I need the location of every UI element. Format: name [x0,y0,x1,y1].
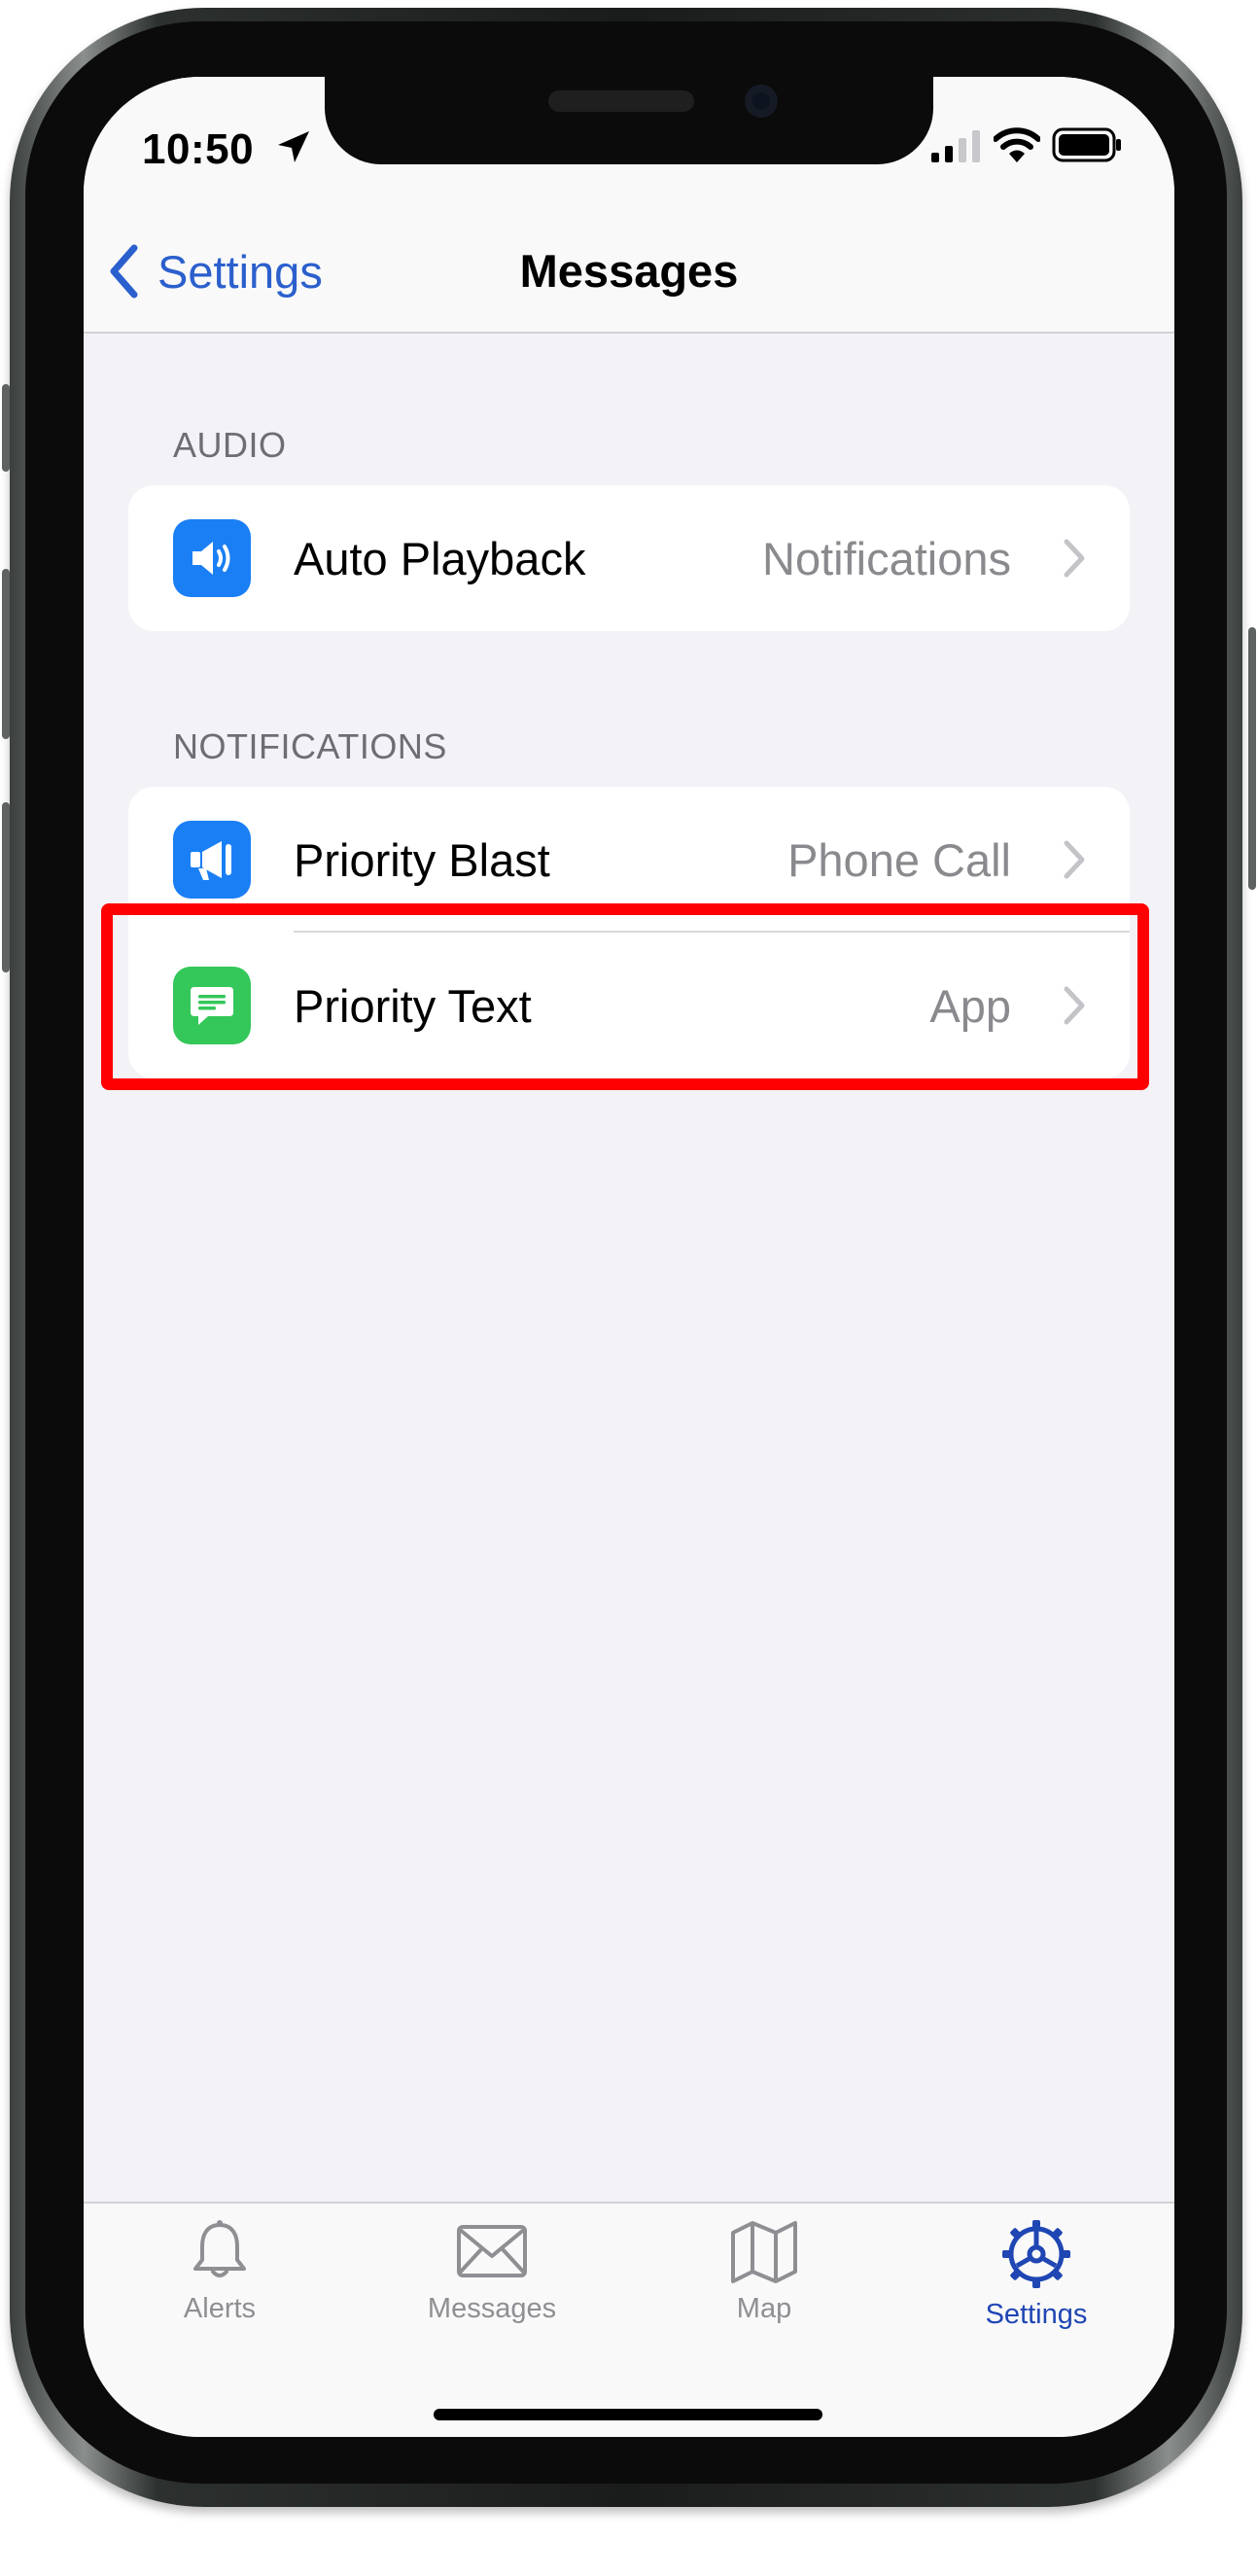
tab-map[interactable]: Map [667,2217,861,2325]
earpiece-speaker [548,90,694,112]
audio-settings-group: Auto Playback Notifications [128,485,1130,631]
tab-bar: Alerts Messages Map Settings [84,2202,1174,2437]
auto-playback-value: Notifications [762,533,1011,584]
tab-messages-label: Messages [427,2293,557,2324]
page-title: Messages [519,245,739,297]
priority-text-highlight-box [101,903,1149,1090]
map-icon [731,2221,797,2283]
chevron-right-icon [1064,539,1085,578]
tab-settings-label: Settings [985,2299,1088,2330]
section-header-audio: AUDIO [173,425,287,465]
auto-playback-label: Auto Playback [294,533,586,584]
priority-blast-label: Priority Blast [294,834,550,886]
home-indicator[interactable] [434,2409,822,2420]
location-arrow-icon [278,131,309,162]
power-button [1248,627,1256,890]
tab-alerts-label: Alerts [183,2293,257,2324]
section-header-notifications: NOTIFICATIONS [173,726,447,766]
tab-alerts[interactable]: Alerts [122,2217,317,2325]
volume-down-button [2,802,10,972]
battery-icon [1052,127,1121,162]
auto-playback-row[interactable]: Auto Playback Notifications [128,485,1130,631]
bell-icon [193,2220,246,2277]
megaphone-icon [173,821,251,899]
phone-screen: 10:50 Settings Messages AUDIO Auto Playb… [84,77,1174,2437]
cellular-signal-icon [931,130,980,162]
tab-messages[interactable]: Messages [395,2217,589,2325]
status-time: 10:50 [142,125,255,173]
tab-map-label: Map [736,2293,792,2324]
speaker-icon [173,519,251,597]
mute-switch [2,384,10,472]
notch [325,77,933,164]
volume-up-button [2,569,10,739]
front-camera [745,85,778,118]
envelope-icon [457,2225,527,2277]
tab-settings[interactable]: Settings [939,2217,1134,2331]
wifi-icon [994,127,1040,162]
priority-blast-value: Phone Call [787,834,1011,886]
gear-icon [1002,2220,1070,2288]
chevron-right-icon [1064,840,1085,879]
